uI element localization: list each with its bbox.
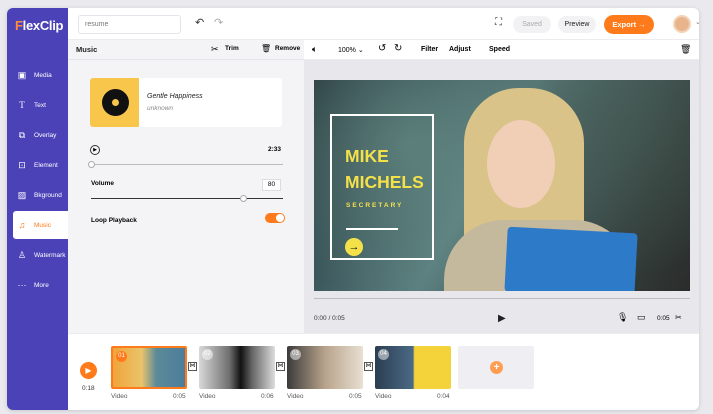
volume-icon[interactable]: 🔈︎: [312, 44, 317, 55]
speed-button[interactable]: Speed: [489, 46, 510, 53]
volume-slider-handle[interactable]: [240, 195, 247, 202]
video-subject-face: [487, 120, 555, 208]
watermark-icon: ♙: [17, 249, 27, 260]
music-panel: Music ✂ Trim 🗑 Remove Gentle Happiness u…: [68, 40, 312, 333]
add-clip-button[interactable]: +: [458, 346, 534, 389]
video-progress-bar[interactable]: [314, 298, 690, 299]
transition-icon[interactable]: ⋈: [188, 362, 197, 371]
split-icon[interactable]: ✂: [675, 313, 682, 322]
rotate-right-icon[interactable]: ↻: [394, 43, 402, 54]
flexclip-logo[interactable]: FlexClip: [15, 18, 63, 33]
play-icon[interactable]: ▶: [498, 313, 506, 324]
avatar[interactable]: [673, 15, 691, 33]
volume-slider[interactable]: [91, 198, 283, 199]
loop-label: Loop Playback: [91, 217, 137, 224]
sidebar-item-background[interactable]: ▨ Bkground: [7, 181, 68, 209]
text-icon: T: [19, 100, 25, 110]
clip-1[interactable]: 01: [111, 346, 187, 389]
delete-icon[interactable]: 🗑: [680, 44, 691, 55]
timeline: ▶ 0:18 01 Video 0:05 ⋈ 02 Video 0:06 ⋈ 0…: [68, 333, 699, 410]
blue-folder: [504, 226, 638, 291]
sidebar-item-media[interactable]: ▣ Media: [7, 61, 68, 89]
element-icon: ⊡: [18, 159, 26, 170]
sidebar-item-text[interactable]: T Text: [7, 91, 68, 119]
vinyl-disc-icon: [102, 89, 129, 116]
arrow-right-icon: →: [638, 20, 646, 29]
sidebar-item-music[interactable]: ♫ Music: [13, 211, 68, 239]
trash-icon: 🗑: [261, 44, 272, 53]
music-card[interactable]: Gentle Happiness unknown: [90, 78, 282, 127]
microphone-icon[interactable]: 🎙︎: [617, 312, 628, 323]
video-canvas[interactable]: MIKE MICHELS SECRETARY →: [314, 80, 690, 291]
clip-3[interactable]: 03: [287, 346, 363, 389]
adjust-button[interactable]: Adjust: [449, 46, 471, 53]
overlay-divider: [346, 228, 398, 230]
clip-4[interactable]: 04: [375, 346, 451, 389]
player-duration: 0:05: [657, 315, 670, 322]
panel-title: Music: [76, 45, 98, 54]
export-button[interactable]: Export →: [604, 15, 654, 34]
trim-button[interactable]: Trim: [225, 45, 239, 52]
project-name-input[interactable]: resume: [78, 15, 181, 34]
music-progress-handle[interactable]: [88, 161, 95, 168]
overlay-title[interactable]: SECRETARY: [346, 202, 403, 209]
sidebar-item-overlay[interactable]: ⧉ Overlay: [7, 121, 68, 149]
overlay-name-last[interactable]: MICHELS: [345, 172, 424, 193]
more-icon: ···: [17, 280, 27, 290]
sidebar-item-element[interactable]: ⊡ Element: [7, 151, 68, 179]
trim-icon: ✂: [211, 44, 219, 54]
sidebar: FlexClip ▣ Media T Text ⧉ Overlay ⊡ Element …: [7, 8, 68, 410]
clip-1-label: Video: [111, 393, 128, 400]
arrow-circle-icon: →: [345, 238, 363, 256]
clip-2-label: Video: [199, 393, 216, 400]
clip-4-duration: 0:04: [437, 393, 450, 400]
overlay-name-first[interactable]: MIKE: [345, 146, 389, 167]
transition-icon[interactable]: ⋈: [276, 362, 285, 371]
song-title: Gentle Happiness: [147, 93, 203, 100]
timeline-play-icon[interactable]: ▶: [80, 362, 97, 379]
chevron-down-icon[interactable]: ⌄: [695, 18, 699, 26]
clip-3-duration: 0:05: [349, 393, 362, 400]
clip-2-duration: 0:06: [261, 393, 274, 400]
music-play-icon[interactable]: ▶: [90, 145, 100, 155]
sidebar-item-watermark[interactable]: ♙ Watermark: [7, 241, 68, 269]
clip-1-duration: 0:05: [173, 393, 186, 400]
text-overlay-frame[interactable]: MIKE MICHELS SECRETARY →: [330, 114, 434, 260]
preview-stage: 🔈︎ 100% ⌄ ↺ ↻ Filter Adjust Speed 🗑 MIKE…: [304, 40, 699, 333]
music-icon: ♫: [18, 220, 26, 230]
undo-icon[interactable]: ↶: [195, 16, 204, 29]
background-icon: ▨: [17, 189, 27, 200]
music-panel-header: Music ✂ Trim 🗑 Remove: [68, 40, 304, 60]
music-duration: 2:33: [268, 146, 282, 153]
overlay-icon: ⧉: [18, 129, 26, 140]
transition-icon[interactable]: ⋈: [364, 362, 373, 371]
editor-toolbar: 🔈︎ 100% ⌄ ↺ ↻ Filter Adjust Speed 🗑: [304, 40, 699, 60]
player-time: 0:00 / 0:05: [314, 315, 345, 322]
filter-button[interactable]: Filter: [421, 46, 438, 53]
music-progress-track[interactable]: [91, 164, 283, 165]
media-icon: ▣: [17, 69, 27, 80]
sidebar-item-more[interactable]: ··· More: [7, 271, 68, 299]
album-cover: [90, 78, 139, 127]
top-bar: resume ↶ ↷ ⛶ Saved Preview Export → ⌄: [68, 8, 699, 40]
clip-2[interactable]: 02: [199, 346, 275, 389]
aspect-ratio-icon[interactable]: ▭: [637, 312, 646, 323]
clip-4-label: Video: [375, 393, 392, 400]
fullscreen-icon[interactable]: ⛶: [495, 17, 502, 28]
loop-toggle[interactable]: [265, 213, 285, 223]
clip-3-label: Video: [287, 393, 304, 400]
song-artist: unknown: [147, 105, 174, 112]
redo-icon[interactable]: ↷: [214, 16, 223, 29]
rotate-left-icon[interactable]: ↺: [378, 43, 386, 54]
saved-button[interactable]: Saved: [513, 16, 551, 33]
plus-icon: +: [490, 361, 503, 374]
zoom-select[interactable]: 100% ⌄: [338, 46, 364, 54]
volume-input[interactable]: 80: [262, 179, 281, 191]
volume-label: Volume: [91, 180, 114, 187]
app-window: FlexClip ▣ Media T Text ⧉ Overlay ⊡ Element …: [7, 8, 699, 410]
preview-button[interactable]: Preview: [558, 16, 596, 33]
timeline-total: 0:18: [82, 385, 95, 392]
remove-button[interactable]: Remove: [275, 45, 300, 52]
